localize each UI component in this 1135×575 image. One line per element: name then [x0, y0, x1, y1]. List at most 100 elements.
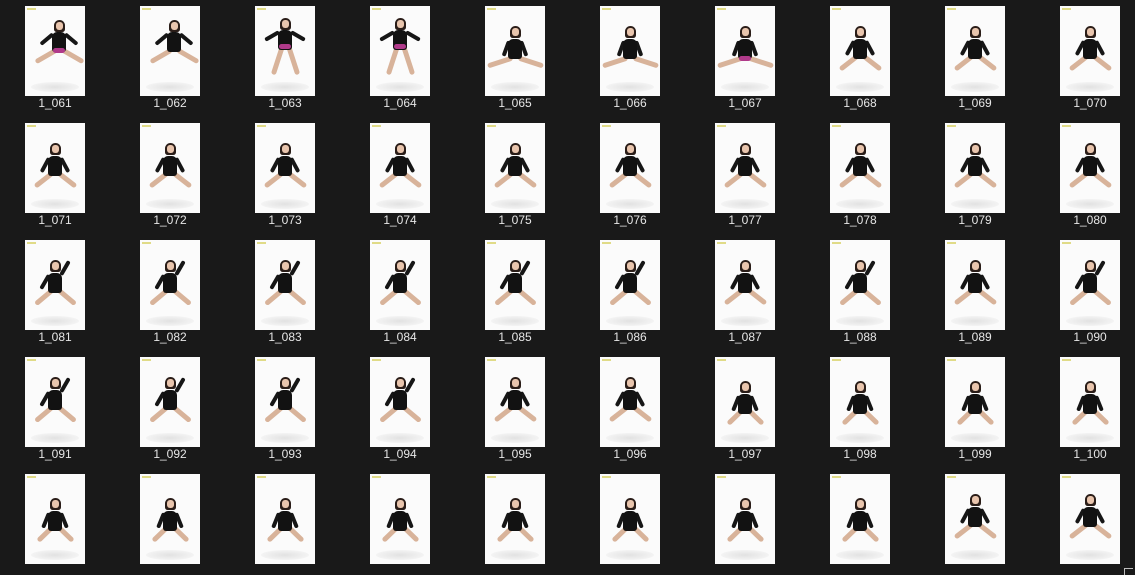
thumbnail-item[interactable]: 1_064 [345, 0, 455, 112]
thumbnail-item[interactable]: 1_080 [1035, 117, 1135, 229]
thumbnail-image[interactable] [600, 474, 660, 564]
thumbnail-item[interactable]: 1_072 [115, 117, 225, 229]
thumbnail-item[interactable]: 1_071 [0, 117, 110, 229]
thumbnail-image[interactable] [370, 6, 430, 96]
thumbnail-image[interactable] [830, 240, 890, 330]
thumbnail-image[interactable] [255, 240, 315, 330]
thumbnail-item[interactable]: 1_084 [345, 234, 455, 346]
thumbnail-image[interactable] [140, 357, 200, 447]
thumbnail-item[interactable] [920, 468, 1030, 575]
thumbnail-image[interactable] [715, 123, 775, 213]
thumbnail-image[interactable] [830, 474, 890, 564]
thumbnail-item[interactable]: 1_088 [805, 234, 915, 346]
thumbnail-image[interactable] [600, 357, 660, 447]
thumbnail-image[interactable] [255, 357, 315, 447]
thumbnail-item[interactable] [0, 468, 110, 575]
thumbnail-image[interactable] [485, 357, 545, 447]
thumbnail-image[interactable] [600, 6, 660, 96]
thumbnail-image[interactable] [1060, 240, 1120, 330]
thumbnail-image[interactable] [140, 6, 200, 96]
thumbnail-image[interactable] [1060, 6, 1120, 96]
thumbnail-image[interactable] [600, 240, 660, 330]
thumbnail-image[interactable] [25, 240, 85, 330]
thumbnail-item[interactable]: 1_069 [920, 0, 1030, 112]
thumbnail-item[interactable]: 1_093 [230, 351, 340, 463]
thumbnail-item[interactable]: 1_085 [460, 234, 570, 346]
thumbnail-image[interactable] [485, 240, 545, 330]
thumbnail-item[interactable]: 1_075 [460, 117, 570, 229]
thumbnail-item[interactable]: 1_062 [115, 0, 225, 112]
thumbnail-image[interactable] [1060, 123, 1120, 213]
thumbnail-item[interactable]: 1_078 [805, 117, 915, 229]
thumbnail-item[interactable] [115, 468, 225, 575]
thumbnail-item[interactable]: 1_061 [0, 0, 110, 112]
thumbnail-item[interactable]: 1_073 [230, 117, 340, 229]
thumbnail-image[interactable] [1060, 474, 1120, 564]
thumbnail-item[interactable]: 1_070 [1035, 0, 1135, 112]
thumbnail-image[interactable] [485, 6, 545, 96]
thumbnail-item[interactable] [345, 468, 455, 575]
thumbnail-image[interactable] [25, 123, 85, 213]
thumbnail-image[interactable] [945, 6, 1005, 96]
thumbnail-item[interactable] [230, 468, 340, 575]
thumbnail-image[interactable] [140, 474, 200, 564]
thumbnail-item[interactable]: 1_099 [920, 351, 1030, 463]
thumbnail-image[interactable] [715, 240, 775, 330]
thumbnail-item[interactable]: 1_090 [1035, 234, 1135, 346]
thumbnail-image[interactable] [255, 123, 315, 213]
thumbnail-item[interactable] [575, 468, 685, 575]
thumbnail-image[interactable] [945, 123, 1005, 213]
thumbnail-item[interactable]: 1_098 [805, 351, 915, 463]
thumbnail-image[interactable] [1060, 357, 1120, 447]
thumbnail-item[interactable]: 1_087 [690, 234, 800, 346]
thumbnail-image[interactable] [830, 123, 890, 213]
thumbnail-image[interactable] [370, 357, 430, 447]
thumbnail-image[interactable] [830, 357, 890, 447]
thumbnail-image[interactable] [370, 474, 430, 564]
thumbnail-item[interactable]: 1_089 [920, 234, 1030, 346]
thumbnail-item[interactable]: 1_065 [460, 0, 570, 112]
thumbnail-item[interactable]: 1_079 [920, 117, 1030, 229]
thumbnail-item[interactable]: 1_091 [0, 351, 110, 463]
thumbnail-image[interactable] [945, 357, 1005, 447]
thumbnail-item[interactable]: 1_092 [115, 351, 225, 463]
thumbnail-image[interactable] [370, 240, 430, 330]
thumbnail-item[interactable]: 1_063 [230, 0, 340, 112]
thumbnail-image[interactable] [140, 240, 200, 330]
thumbnail-item[interactable]: 1_066 [575, 0, 685, 112]
thumbnail-image[interactable] [370, 123, 430, 213]
thumbnail-item[interactable]: 1_094 [345, 351, 455, 463]
thumbnail-image[interactable] [945, 474, 1005, 564]
thumbnail-item[interactable]: 1_082 [115, 234, 225, 346]
thumbnail-image[interactable] [945, 240, 1005, 330]
thumbnail-image[interactable] [715, 474, 775, 564]
thumbnail-item[interactable] [690, 468, 800, 575]
thumbnail-item[interactable]: 1_074 [345, 117, 455, 229]
thumbnail-item[interactable]: 1_096 [575, 351, 685, 463]
thumbnail-item[interactable]: 1_081 [0, 234, 110, 346]
thumbnail-image[interactable] [485, 474, 545, 564]
thumbnail-image[interactable] [715, 357, 775, 447]
thumbnail-image[interactable] [255, 6, 315, 96]
thumbnail-image[interactable] [485, 123, 545, 213]
thumbnail-image[interactable] [255, 474, 315, 564]
thumbnail-item[interactable]: 1_077 [690, 117, 800, 229]
thumbnail-item[interactable]: 1_067 [690, 0, 800, 112]
thumbnail-item[interactable]: 1_083 [230, 234, 340, 346]
thumbnail-item[interactable]: 1_095 [460, 351, 570, 463]
thumbnail-image[interactable] [25, 357, 85, 447]
thumbnail-item[interactable]: 1_100 [1035, 351, 1135, 463]
thumbnail-item[interactable] [1035, 468, 1135, 575]
thumbnail-item[interactable]: 1_076 [575, 117, 685, 229]
thumbnail-image[interactable] [600, 123, 660, 213]
thumbnail-item[interactable]: 1_068 [805, 0, 915, 112]
thumbnail-image[interactable] [25, 6, 85, 96]
thumbnail-image[interactable] [140, 123, 200, 213]
thumbnail-item[interactable] [805, 468, 915, 575]
thumbnail-image[interactable] [830, 6, 890, 96]
thumbnail-item[interactable]: 1_086 [575, 234, 685, 346]
thumbnail-image[interactable] [715, 6, 775, 96]
scroll-corner[interactable] [1123, 565, 1135, 575]
thumbnail-image[interactable] [25, 474, 85, 564]
thumbnail-item[interactable]: 1_097 [690, 351, 800, 463]
